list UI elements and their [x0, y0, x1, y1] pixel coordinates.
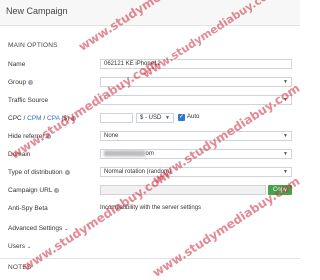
- traffic-source-select[interactable]: ▼: [100, 95, 292, 105]
- notes-heading: NOTES: [8, 264, 32, 271]
- cpm-link[interactable]: CPM: [27, 115, 41, 122]
- distribution-select[interactable]: Normal rotation (random) ▼: [100, 167, 292, 177]
- help-icon[interactable]: ?: [28, 79, 34, 85]
- section-divider: [0, 258, 300, 259]
- auto-checkbox[interactable]: ✓: [178, 114, 185, 121]
- help-icon[interactable]: ?: [64, 169, 70, 175]
- dialog-header: New Campaign: [0, 0, 300, 26]
- group-label: Group?: [8, 79, 34, 86]
- chevron-down-icon: ⌄: [64, 226, 69, 232]
- domain-label: Domain: [8, 151, 31, 158]
- name-input[interactable]: 062121 KE iPhone12: [100, 59, 292, 69]
- domain-select[interactable]: ▇▇▇▇▇▇▇▇▇om ▼: [100, 149, 292, 159]
- chevron-down-icon: ▼: [283, 151, 288, 157]
- chevron-down-icon: ▼: [283, 97, 288, 103]
- chevron-down-icon: ⌄: [26, 244, 32, 250]
- group-select[interactable]: ▼: [100, 77, 292, 87]
- chevron-down-icon: ▼: [165, 115, 170, 121]
- watermark-text: www.studymediabuy.com: [8, 55, 161, 162]
- chevron-down-icon: ▼: [283, 79, 288, 85]
- anti-spy-label: Anti-Spy Beta: [8, 205, 48, 212]
- currency-select[interactable]: $ - USD ▼: [136, 113, 174, 123]
- advanced-settings-toggle[interactable]: Advanced Settings ⌄: [8, 225, 68, 232]
- hide-referrer-select[interactable]: None ▼: [100, 131, 292, 141]
- campaign-url-field[interactable]: [100, 185, 266, 195]
- redacted-domain: ▇▇▇▇▇▇▇▇▇: [104, 151, 146, 157]
- cost-label: CPC / CPM / CPA ($)?: [8, 115, 77, 122]
- copy-button[interactable]: Copy: [268, 185, 292, 195]
- auto-label: Auto: [187, 114, 200, 120]
- help-icon[interactable]: ?: [46, 133, 52, 139]
- chevron-down-icon: ▼: [283, 133, 288, 139]
- hide-referrer-label: Hide referrer?: [8, 133, 52, 140]
- anti-spy-status: Incompatibility with the server settings: [100, 205, 202, 211]
- dialog-title: New Campaign: [6, 6, 68, 16]
- cost-input[interactable]: [100, 113, 133, 123]
- campaign-url-label: Campaign URL?: [8, 187, 60, 194]
- distribution-label: Type of distribution?: [8, 169, 70, 176]
- traffic-source-label: Traffic Source: [8, 97, 49, 104]
- help-icon[interactable]: ?: [54, 187, 60, 193]
- users-toggle[interactable]: Users ⌄: [8, 243, 31, 250]
- name-label: Name: [8, 61, 26, 68]
- help-icon[interactable]: ?: [71, 115, 77, 121]
- chevron-down-icon: ▼: [283, 169, 288, 175]
- main-options-heading: MAIN OPTIONS: [8, 42, 58, 49]
- cpa-link[interactable]: CPA: [47, 115, 60, 122]
